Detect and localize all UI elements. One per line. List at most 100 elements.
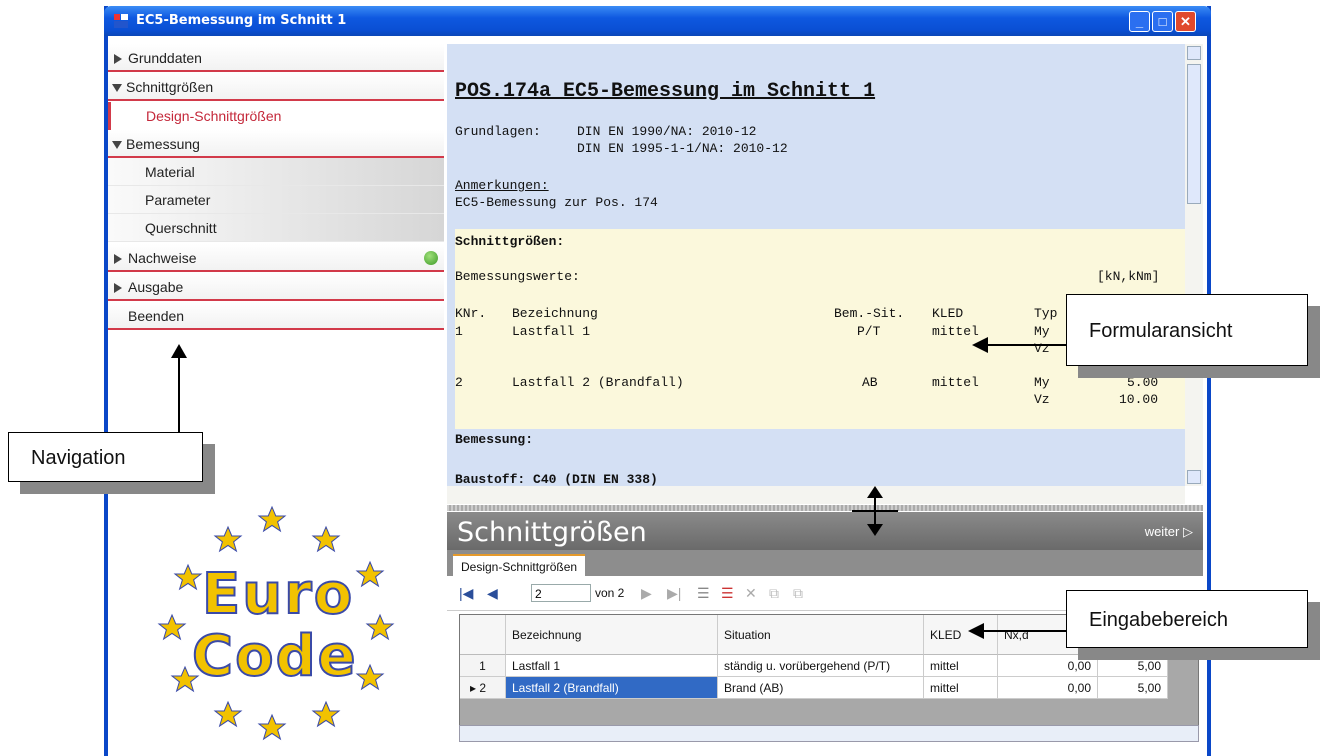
row-pointer-icon: ▸ xyxy=(470,681,480,695)
nav-item-parameter[interactable]: Parameter xyxy=(108,186,444,214)
scroll-up-icon[interactable] xyxy=(1187,46,1201,60)
cell-kled[interactable]: mittel xyxy=(924,655,998,677)
splitter[interactable] xyxy=(447,505,1203,511)
arrow-head-down-icon xyxy=(867,524,883,536)
row1-bezeichnung: Lastfall 1 xyxy=(512,324,591,339)
previous-record-icon[interactable]: ◀ xyxy=(487,585,498,602)
row-number[interactable]: 1 xyxy=(460,655,506,677)
section-title: Schnittgrößen xyxy=(457,517,647,548)
expand-icon xyxy=(114,254,122,265)
cell-nxd[interactable]: 0,00 xyxy=(998,655,1098,677)
minimize-icon: _ xyxy=(1135,14,1144,29)
nav-label: Material xyxy=(145,164,195,180)
col-bem-sit: Bem.-Sit. xyxy=(834,306,905,321)
section-header: Schnittgrößen weiter ▷ xyxy=(447,512,1203,550)
baustoff-line: Baustoff: C40 (DIN EN 338) xyxy=(455,472,658,486)
nav-label: Bemessung xyxy=(126,136,200,152)
nav-item-schnittgroessen[interactable]: Schnittgrößen xyxy=(108,73,444,101)
grundlagen-line-2: DIN EN 1995-1-1/NA: 2010-12 xyxy=(577,141,788,156)
nav-label: Schnittgrößen xyxy=(126,79,214,95)
col-bezeichnung: Bezeichnung xyxy=(512,306,598,321)
append-row-icon[interactable]: ☰ xyxy=(721,585,734,602)
nav-item-design-schnittgroessen[interactable]: Design-Schnittgrößen xyxy=(108,102,444,130)
form-view[interactable]: POS.174a EC5-Bemessung im Schnitt 1 Grun… xyxy=(447,44,1185,486)
nav-item-material[interactable]: Material xyxy=(108,158,444,186)
anmerkungen-label: Anmerkungen: xyxy=(455,178,549,193)
minimize-button[interactable]: _ xyxy=(1129,11,1150,32)
scroll-thumb[interactable] xyxy=(1187,64,1201,204)
arrow-head-left-icon xyxy=(972,337,988,353)
paste-icon[interactable]: ⧉ xyxy=(793,585,803,602)
nav-item-nachweise[interactable]: Nachweise xyxy=(108,244,444,272)
col-kled: KLED xyxy=(932,306,964,321)
first-record-icon[interactable]: |◀ xyxy=(459,585,473,602)
collapse-icon xyxy=(112,84,122,93)
tab-design-schnittgroessen[interactable]: Design-Schnittgrößen xyxy=(453,554,586,576)
grid-horizontal-scrollbar[interactable] xyxy=(459,725,1199,742)
eurocode-logo: Euro Code xyxy=(150,500,410,750)
col-knr: KNr. xyxy=(455,306,487,321)
nav-label: Design-Schnittgrößen xyxy=(146,108,282,124)
copy-icon[interactable]: ⧉ xyxy=(769,585,779,602)
arrow-navigation xyxy=(178,354,180,432)
header-bezeichnung[interactable]: Bezeichnung xyxy=(506,615,718,655)
anmerkungen-text: EC5-Bemessung zur Pos. 174 xyxy=(455,195,658,210)
arrow-head-up-icon xyxy=(867,486,883,498)
header-kled[interactable]: KLED xyxy=(924,615,998,655)
collapse-icon xyxy=(112,141,122,150)
row2-value-2: 10.00 xyxy=(1119,392,1159,407)
grundlagen-line-1: DIN EN 1990/NA: 2010-12 xyxy=(577,124,757,139)
cell-value[interactable]: 5,00 xyxy=(1098,655,1168,677)
row2-value-1: 5.00 xyxy=(1127,375,1159,390)
cell-value[interactable]: 5,00 xyxy=(1098,677,1168,699)
close-icon: ✕ xyxy=(1180,14,1191,29)
bemessung-heading: Bemessung: xyxy=(455,432,534,447)
scroll-down-icon[interactable] xyxy=(1187,470,1201,484)
next-record-icon[interactable]: ▶ xyxy=(641,585,652,602)
last-record-icon[interactable]: ▶| xyxy=(667,585,681,602)
nav-item-ausgabe[interactable]: Ausgabe xyxy=(108,273,444,301)
nav-item-grunddaten[interactable]: Grunddaten xyxy=(108,44,444,72)
callout-navigation: Navigation xyxy=(8,432,203,482)
app-icon xyxy=(114,14,128,28)
window-title: EC5-Bemessung im Schnitt 1 xyxy=(136,13,347,28)
callout-eingabebereich: Eingabebereich xyxy=(1066,590,1308,648)
expand-icon xyxy=(114,54,122,65)
cell-nxd[interactable]: 0,00 xyxy=(998,677,1098,699)
delete-icon[interactable]: ✕ xyxy=(745,585,757,602)
maximize-icon: □ xyxy=(1158,14,1167,29)
cell-situation[interactable]: Brand (AB) xyxy=(718,677,924,699)
cell-bezeichnung-selected[interactable]: Lastfall 2 (Brandfall) xyxy=(506,677,718,699)
weiter-button[interactable]: weiter ▷ xyxy=(1145,524,1193,540)
document-heading: POS.174a EC5-Bemessung im Schnitt 1 xyxy=(455,80,876,103)
logo-text-code: Code xyxy=(191,623,358,690)
callout-formularansicht: Formularansicht xyxy=(1066,294,1308,366)
weiter-label: weiter xyxy=(1144,524,1180,539)
row-number-selected[interactable]: ▸ 2 xyxy=(460,677,506,699)
record-count: von 2 xyxy=(595,586,625,600)
arrow-head-up-icon xyxy=(171,344,187,358)
chevron-right-icon: ▷ xyxy=(1183,524,1193,539)
cell-bezeichnung[interactable]: Lastfall 1 xyxy=(506,655,718,677)
col-typ: Typ xyxy=(1034,306,1058,321)
nav-item-bemessung[interactable]: Bemessung xyxy=(108,130,444,158)
cell-kled[interactable]: mittel xyxy=(924,677,998,699)
record-number-input[interactable]: 2 xyxy=(531,584,591,602)
vertical-scrollbar[interactable] xyxy=(1185,44,1203,486)
check-icon xyxy=(424,251,438,265)
nav-label: Beenden xyxy=(128,308,185,324)
insert-row-icon[interactable]: ☰ xyxy=(697,585,710,602)
nav-item-beenden[interactable]: Beenden xyxy=(108,302,444,330)
maximize-button[interactable]: □ xyxy=(1152,11,1173,32)
cell-situation[interactable]: ständig u. vorübergehend (P/T) xyxy=(718,655,924,677)
close-button[interactable]: ✕ xyxy=(1175,11,1196,32)
header-situation[interactable]: Situation xyxy=(718,615,924,655)
row1-nr: 1 xyxy=(455,324,463,339)
row2-kled: mittel xyxy=(932,375,979,390)
nav-item-querschnitt[interactable]: Querschnitt xyxy=(108,214,444,242)
unit-label: [kN,kNm] xyxy=(1097,269,1160,284)
title-bar[interactable]: EC5-Bemessung im Schnitt 1 _ □ ✕ xyxy=(104,6,1211,36)
row1-typ-1: My xyxy=(1034,324,1050,339)
nav-label: Parameter xyxy=(145,192,211,208)
horizontal-scrollbar[interactable] xyxy=(447,486,1185,504)
